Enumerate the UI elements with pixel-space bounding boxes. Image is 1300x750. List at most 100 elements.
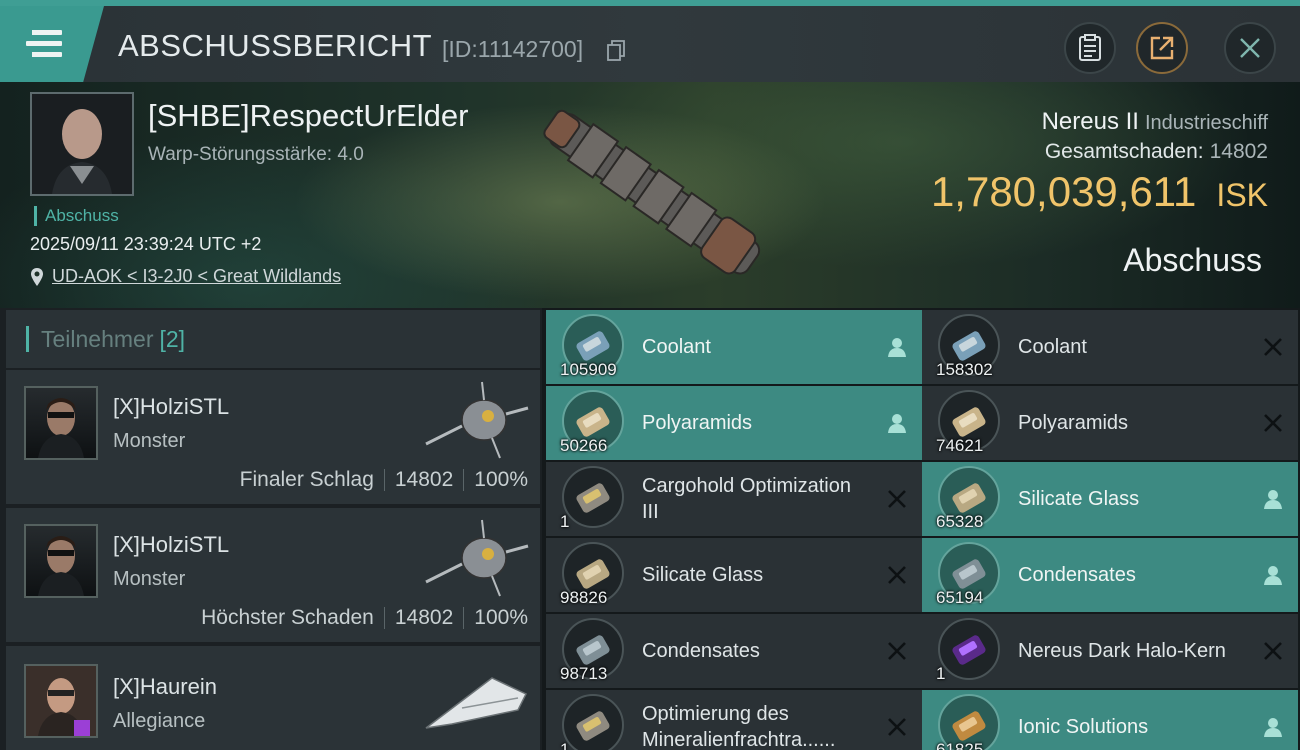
participant-name: [X]Haurein — [113, 674, 217, 699]
participant-avatar — [24, 386, 98, 460]
participant-name: [X]HolziSTL — [113, 532, 230, 557]
participant-ship: Monster — [113, 430, 186, 452]
participant-name: [X]HolziSTL — [113, 394, 230, 419]
participant-stats: Finaler Schlag 14802 100% — [239, 468, 528, 491]
participant-ship: Allegiance — [113, 710, 206, 732]
item-cell[interactable]: 1 Nereus Dark Halo-Kern — [922, 614, 1298, 688]
participant-avatar — [24, 524, 98, 598]
close-button[interactable] — [1224, 22, 1276, 74]
menu-button[interactable] — [0, 6, 104, 82]
dropped-items-grid: 105909 Coolant 158302 Coolant 50266 Polyarami… — [542, 308, 1300, 750]
pilot-avatar-icon — [38, 398, 84, 458]
destroyed-x-icon — [1264, 642, 1282, 660]
item-quantity: 98826 — [560, 588, 608, 607]
destroyed-x-icon — [888, 718, 906, 736]
menu-icon — [24, 30, 62, 58]
destroyed-x-icon — [888, 642, 906, 660]
core-icon — [938, 618, 1000, 680]
participants-panel: Teilnehmer [2] [X]HolziSTL Monster Finale… — [0, 308, 542, 750]
participant-avatar — [24, 664, 98, 738]
item-name: Silicate Glass — [1018, 488, 1140, 510]
clipboard-button[interactable] — [1064, 22, 1116, 74]
item-name: Silicate Glass — [642, 564, 764, 586]
item-cell[interactable]: 1 Optimierung des Mineralienfrachtra.....… — [546, 690, 922, 750]
close-icon — [1240, 38, 1260, 58]
item-name: Polyaramids — [1018, 412, 1129, 434]
victim-portrait[interactable] — [30, 92, 134, 196]
item-name: Optimierung des Mineralienfrachtra...... — [642, 703, 836, 750]
item-cell[interactable]: 98713 Condensates — [546, 614, 922, 688]
participant-row[interactable]: [X]HolziSTL Monster Finaler Schlag 14802… — [6, 370, 540, 504]
participant-ship: Monster — [113, 568, 186, 590]
victim-ship-image — [543, 109, 761, 275]
participant-row[interactable]: [X]Haurein Allegiance — [6, 646, 540, 750]
item-quantity: 98713 — [560, 664, 608, 683]
item-quantity: 65328 — [936, 512, 984, 531]
pilot-avatar-icon — [38, 536, 84, 596]
copy-icon[interactable] — [607, 40, 625, 62]
item-name: Condensates — [1018, 564, 1136, 586]
item-quantity: 105909 — [560, 360, 617, 379]
item-cell[interactable]: 98826 Silicate Glass — [546, 538, 922, 612]
pilot-avatar-icon — [32, 94, 132, 194]
owner-person-icon — [888, 414, 906, 433]
isk-value: 1,780,039,611 ISK — [930, 168, 1268, 215]
item-cell[interactable]: 74621 Polyaramids — [922, 386, 1298, 460]
item-name: Cargohold Optimization III — [642, 475, 851, 523]
kill-datetime: 2025/09/11 23:39:24 UTC +2 — [30, 234, 262, 254]
rig-icon — [562, 466, 624, 528]
warp-disruption: Warp-Störungsstärke: 4.0 — [148, 144, 364, 165]
item-cell[interactable]: 50266 Polyaramids — [546, 386, 922, 460]
item-quantity: 65194 — [936, 588, 984, 607]
item-cell[interactable]: 1 Cargohold Optimization III — [546, 462, 922, 536]
location-link[interactable]: UD-AOK < I3-2J0 < Great Wildlands — [52, 266, 341, 287]
report-id: [ID:11142700] — [442, 36, 584, 62]
item-quantity: 158302 — [936, 360, 993, 379]
item-name: Ionic Solutions — [1018, 716, 1149, 738]
top-bar: ABSCHUSSBERICHT [ID:11142700] — [0, 0, 1300, 82]
item-cell[interactable]: 61825 Ionic Solutions — [922, 690, 1298, 750]
destroyed-x-icon — [888, 490, 906, 508]
share-icon — [1150, 36, 1174, 60]
participants-header: Teilnehmer [2] — [6, 310, 540, 368]
item-quantity: 50266 — [560, 436, 608, 455]
clipboard-icon — [1079, 34, 1101, 61]
participant-row[interactable]: [X]HolziSTL Monster Höchster Schaden 148… — [6, 508, 540, 642]
item-quantity: 1 — [560, 512, 570, 531]
destroyed-x-icon — [1264, 414, 1282, 432]
item-quantity: 1 — [936, 664, 946, 683]
item-cell[interactable]: 65328 Silicate Glass — [922, 462, 1298, 536]
owner-person-icon — [1264, 718, 1282, 737]
item-name: Coolant — [642, 336, 711, 358]
participant-stats: Höchster Schaden 14802 100% — [201, 606, 528, 629]
location-pin-icon — [31, 267, 43, 286]
kill-location[interactable]: UD-AOK < I3-2J0 < Great Wildlands — [30, 266, 341, 287]
item-cell[interactable]: 65194 Condensates — [922, 538, 1298, 612]
item-name: Polyaramids — [642, 412, 753, 434]
item-cell[interactable]: 158302 Coolant — [922, 310, 1298, 384]
owner-person-icon — [888, 338, 906, 357]
victim-name[interactable]: [SHBE]RespectUrElder — [148, 98, 468, 134]
allegiance-ship-icon — [425, 677, 528, 729]
pilot-avatar-icon — [26, 666, 96, 736]
victim-panel: [SHBE]RespectUrElder Warp-Störungsstärke… — [0, 82, 1300, 308]
share-button[interactable] — [1136, 22, 1188, 74]
monster-ship-icon — [425, 381, 529, 459]
rig-icon — [562, 694, 624, 750]
monster-ship-icon — [425, 519, 529, 597]
destroyed-x-icon — [1264, 338, 1282, 356]
destroyed-x-icon — [888, 566, 906, 584]
item-name: Condensates — [642, 640, 760, 662]
victim-ship[interactable]: Nereus II Industrieschiff — [1042, 108, 1268, 136]
item-name: Nereus Dark Halo-Kern — [1018, 640, 1226, 662]
kill-result: Abschuss — [1123, 242, 1262, 278]
item-cell[interactable]: 105909 Coolant — [546, 310, 922, 384]
page-title: ABSCHUSSBERICHT — [118, 28, 433, 63]
owner-person-icon — [1264, 490, 1282, 509]
owner-person-icon — [1264, 566, 1282, 585]
total-damage: Gesamtschaden: 14802 — [1044, 140, 1268, 163]
item-quantity: 1 — [560, 740, 570, 750]
item-quantity: 61825 — [936, 740, 984, 750]
item-name: Coolant — [1018, 336, 1087, 358]
item-quantity: 74621 — [936, 436, 984, 455]
